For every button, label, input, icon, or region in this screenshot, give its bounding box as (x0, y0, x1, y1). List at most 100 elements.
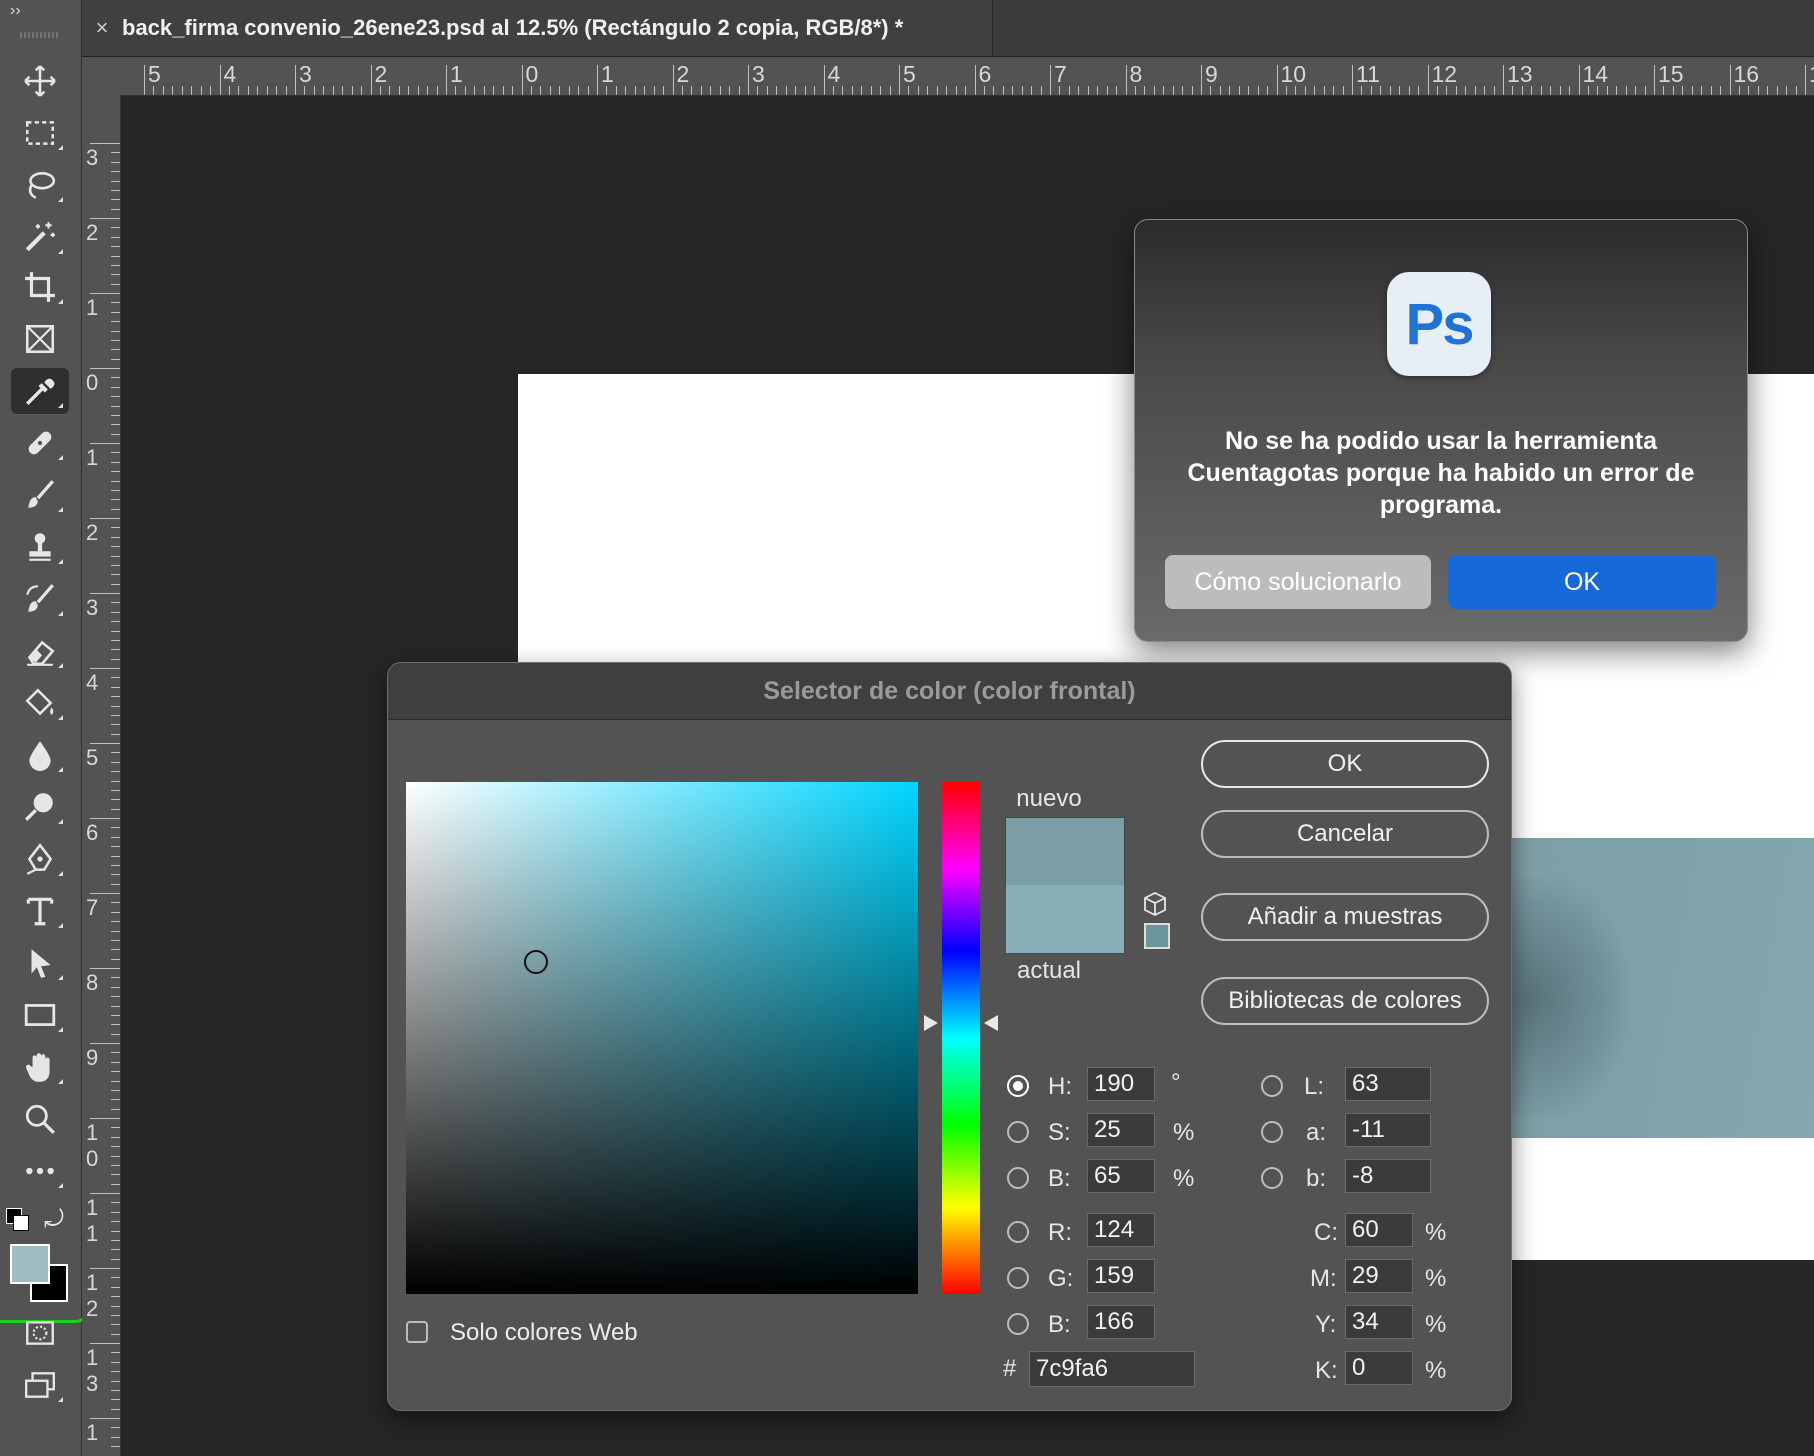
radio-lab-b[interactable] (1261, 1167, 1283, 1189)
rectangle-tool-button[interactable] (11, 992, 69, 1038)
red-field[interactable]: 124 (1087, 1213, 1155, 1247)
dialog-titlebar[interactable]: Selector de color (color frontal) (388, 663, 1511, 720)
hue-slider-left-arrow-icon[interactable] (924, 1015, 938, 1031)
rectangle-icon (24, 1004, 56, 1026)
ruler-minor-tick (427, 86, 429, 95)
lightness-field[interactable]: 63 (1345, 1067, 1431, 1101)
ruler-minor-tick (111, 996, 120, 998)
hue-field[interactable]: 190 (1087, 1067, 1155, 1101)
ruler-minor-tick (1172, 86, 1174, 95)
ruler-minor-tick (111, 1239, 120, 1241)
crop-tool-button[interactable] (11, 264, 69, 310)
saturation-field[interactable]: 25 (1087, 1113, 1155, 1147)
web-safe-swatch[interactable] (1144, 923, 1170, 949)
cyan-field[interactable]: 60 (1345, 1213, 1413, 1247)
dodge-tool-button[interactable] (11, 784, 69, 830)
color-libraries-button[interactable]: Bibliotecas de colores (1201, 977, 1489, 1025)
magic-wand-tool-button[interactable] (11, 214, 69, 260)
ruler-minor-tick (111, 480, 120, 482)
cube-warning-icon[interactable] (1142, 891, 1168, 917)
radio-blue[interactable] (1007, 1313, 1029, 1335)
move-tool-button[interactable] (11, 58, 69, 104)
ruler-minor-tick (111, 621, 120, 623)
screen-mode-button[interactable] (11, 1362, 69, 1408)
green-field[interactable]: 159 (1087, 1259, 1155, 1293)
ruler-tick (90, 743, 120, 744)
ruler-minor-tick (111, 1146, 120, 1148)
radio-hue[interactable] (1007, 1075, 1029, 1097)
saturation-brightness-field[interactable] (406, 782, 918, 1294)
current-color-swatch[interactable] (1005, 885, 1125, 954)
vertical-ruler[interactable]: 3210123456789101112131 (82, 95, 121, 1456)
ruler-label: 10 (86, 1120, 99, 1171)
path-selection-tool-button[interactable] (11, 940, 69, 986)
type-tool-button[interactable] (11, 888, 69, 934)
ruler-minor-tick (111, 1061, 120, 1063)
ruler-tick (899, 65, 900, 95)
frame-tool-button[interactable] (11, 316, 69, 362)
healing-brush-tool-button[interactable] (11, 420, 69, 466)
ruler-tick (90, 818, 120, 819)
blue-field[interactable]: 166 (1087, 1305, 1155, 1339)
ruler-minor-tick (111, 1108, 120, 1110)
ruler-minor-tick (540, 86, 542, 95)
quick-mask-button[interactable] (11, 1310, 69, 1356)
ruler-label: 5 (86, 745, 99, 770)
ruler-minor-tick (1484, 86, 1486, 95)
hex-field[interactable]: 7c9fa6 (1029, 1351, 1195, 1387)
ruler-minor-tick (332, 86, 334, 95)
yellow-label: Y: (1315, 1311, 1337, 1338)
magenta-field[interactable]: 29 (1345, 1259, 1413, 1293)
ok-button[interactable]: OK (1201, 740, 1489, 788)
ruler-minor-tick (111, 274, 120, 276)
ruler-minor-tick (111, 508, 120, 510)
error-ok-button[interactable]: OK (1448, 555, 1716, 609)
eyedropper-tool-button[interactable] (11, 368, 69, 414)
web-colors-only-checkbox[interactable] (406, 1321, 428, 1343)
hue-slider-right-arrow-icon[interactable] (984, 1015, 998, 1031)
blur-tool-button[interactable] (11, 732, 69, 778)
droplet-icon (29, 741, 51, 771)
add-to-swatches-button[interactable]: Añadir a muestras (1201, 893, 1489, 941)
ruler-minor-tick (111, 630, 120, 632)
ruler-minor-tick (111, 1296, 120, 1298)
panel-grip[interactable] (20, 32, 60, 38)
brush-tool-button[interactable] (11, 472, 69, 518)
horizontal-ruler[interactable]: 5432101234567891011121314151617 (82, 57, 1814, 96)
hue-slider[interactable] (942, 782, 980, 1294)
more-tools-button[interactable] (11, 1148, 69, 1194)
radio-saturation[interactable] (1007, 1121, 1029, 1143)
radio-lab-a[interactable] (1261, 1121, 1283, 1143)
how-to-fix-button[interactable]: Cómo solucionarlo (1165, 555, 1431, 609)
black-field[interactable]: 0 (1345, 1351, 1413, 1385)
collapse-panel-icon[interactable]: ›› (10, 2, 21, 20)
pen-tool-button[interactable] (11, 836, 69, 882)
radio-green[interactable] (1007, 1267, 1029, 1289)
marquee-tool-button[interactable] (11, 110, 69, 156)
ruler-minor-tick (111, 246, 120, 248)
clone-stamp-tool-button[interactable] (11, 524, 69, 570)
lab-a-field[interactable]: -11 (1345, 1113, 1431, 1147)
color-field-cursor[interactable] (524, 950, 548, 974)
cancel-button[interactable]: Cancelar (1201, 810, 1489, 858)
history-brush-tool-button[interactable] (11, 576, 69, 622)
ruler-minor-tick (111, 536, 120, 538)
paint-bucket-tool-button[interactable] (11, 680, 69, 726)
hand-tool-button[interactable] (11, 1044, 69, 1090)
radio-brightness[interactable] (1007, 1167, 1029, 1189)
zoom-tool-button[interactable] (11, 1096, 69, 1142)
eraser-tool-button[interactable] (11, 628, 69, 674)
current-color-label: actual (1016, 957, 1082, 984)
document-tab[interactable]: × back_firma convenio_26ene23.psd al 12.… (82, 0, 993, 56)
yellow-field[interactable]: 34 (1345, 1305, 1413, 1339)
ruler-minor-tick (578, 86, 580, 95)
lab-b-field[interactable]: -8 (1345, 1159, 1431, 1193)
ruler-minor-tick (111, 752, 120, 754)
close-tab-icon[interactable]: × (82, 15, 122, 41)
radio-red[interactable] (1007, 1221, 1029, 1243)
ruler-tick (90, 1268, 120, 1269)
radio-lightness[interactable] (1261, 1075, 1283, 1097)
ruler-minor-tick (111, 396, 120, 398)
brightness-field[interactable]: 65 (1087, 1159, 1155, 1193)
lasso-tool-button[interactable] (11, 162, 69, 208)
